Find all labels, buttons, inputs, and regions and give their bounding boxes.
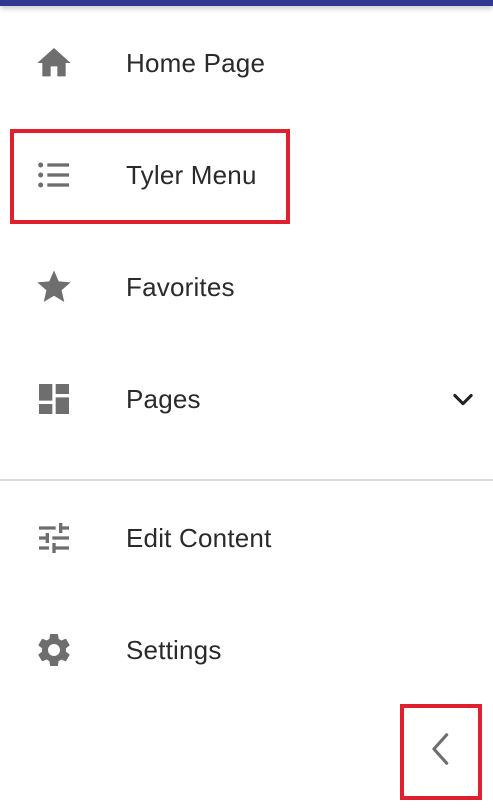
nav-item-label: Pages	[126, 383, 201, 414]
nav-item-label: Tyler Menu	[126, 159, 257, 190]
app-top-bar	[0, 0, 493, 6]
nav-item-tyler-menu[interactable]: Tyler Menu	[0, 119, 493, 231]
nav-item-label: Settings	[126, 634, 222, 665]
list-icon	[34, 155, 74, 195]
star-icon	[34, 267, 74, 307]
gear-icon	[34, 630, 74, 670]
collapse-sidebar-button[interactable]	[401, 705, 481, 798]
home-icon	[34, 43, 74, 83]
nav-item-pages[interactable]: Pages	[0, 343, 493, 455]
tune-icon	[34, 518, 74, 558]
nav-item-home-page[interactable]: Home Page	[0, 7, 493, 119]
side-navigation-panel: Home Page Tyler Menu Favorites Pages Edi…	[0, 0, 493, 809]
nav-item-label: Edit Content	[126, 522, 272, 553]
nav-item-settings[interactable]: Settings	[0, 594, 493, 706]
nav-item-edit-content[interactable]: Edit Content	[0, 482, 493, 594]
chevron-down-icon[interactable]	[449, 385, 477, 413]
nav-item-label: Favorites	[126, 271, 235, 302]
nav-item-label: Home Page	[126, 47, 266, 78]
nav-divider	[0, 479, 493, 481]
nav-item-favorites[interactable]: Favorites	[0, 231, 493, 343]
dashboard-icon	[34, 379, 74, 419]
chevron-left-icon	[424, 729, 458, 774]
